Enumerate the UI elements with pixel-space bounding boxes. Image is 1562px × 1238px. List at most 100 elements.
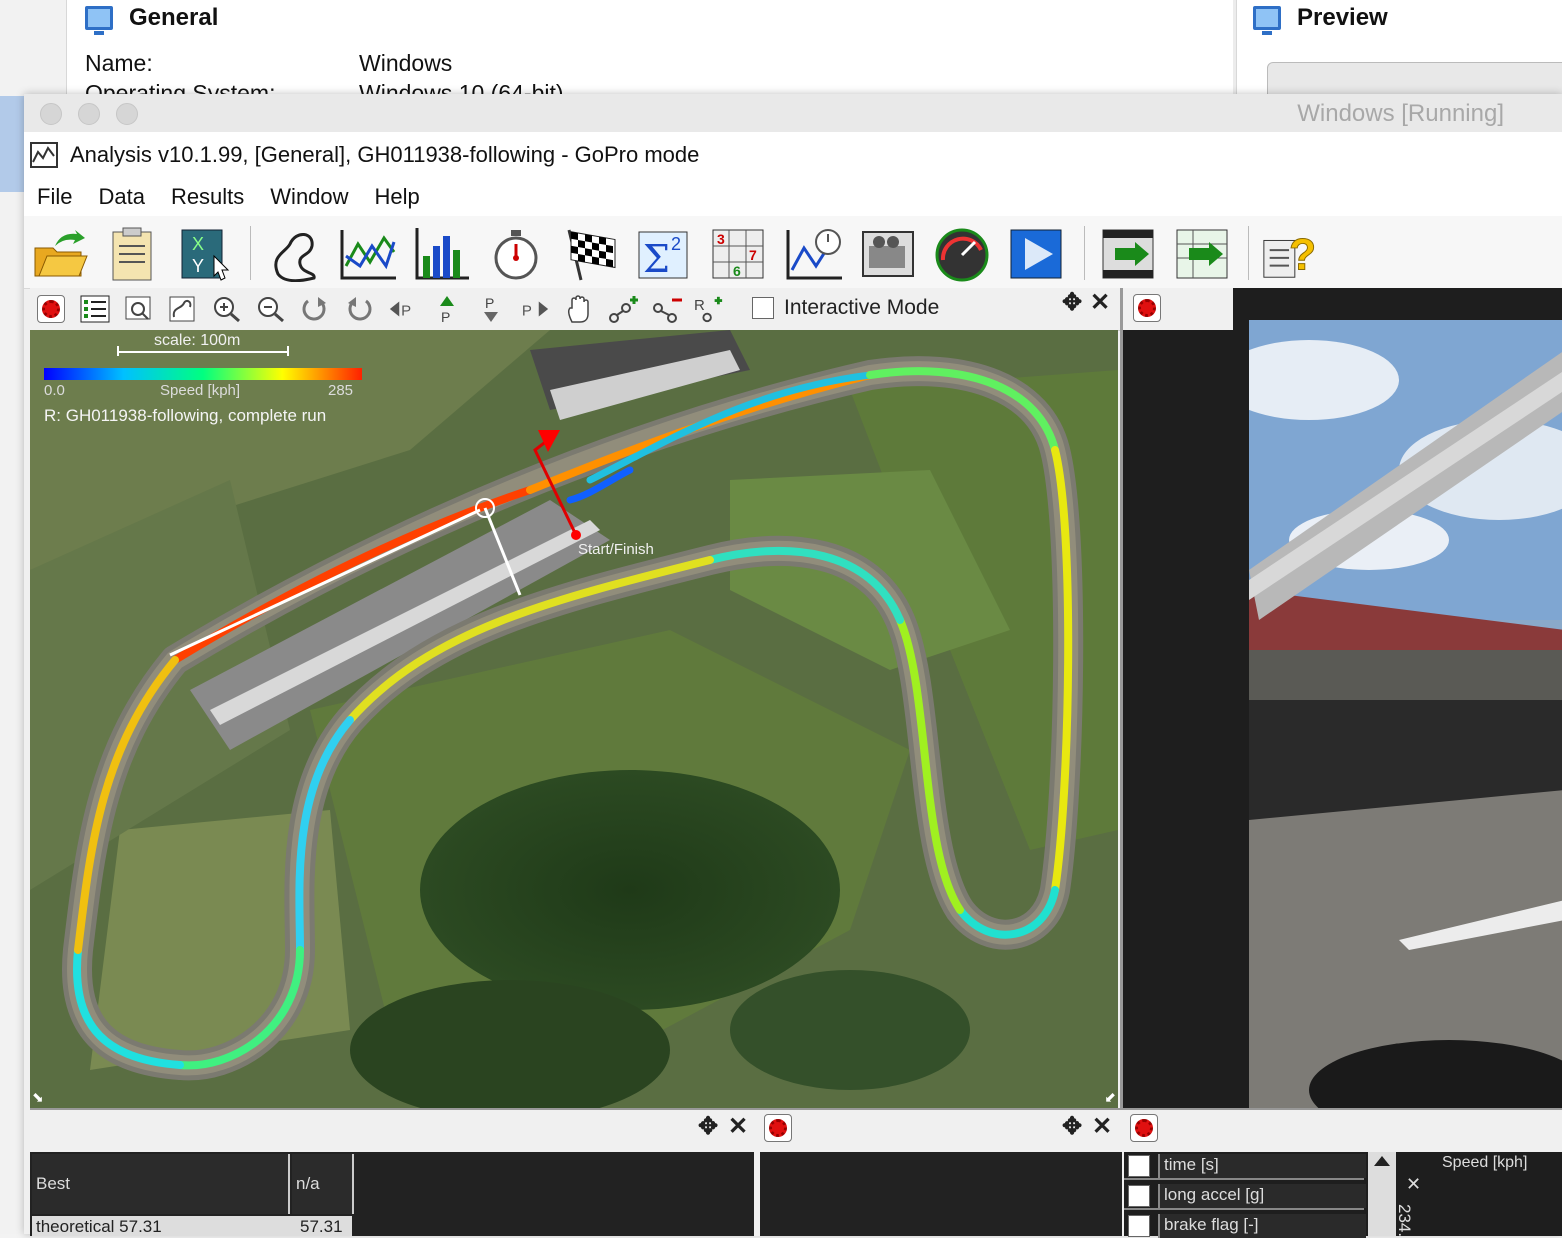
video-icon[interactable]	[858, 224, 918, 284]
minimize-window-button[interactable]	[78, 103, 100, 125]
clipboard-icon[interactable]	[102, 224, 162, 284]
name-value: Windows	[359, 50, 453, 76]
empty-data-panel	[760, 1152, 1122, 1236]
play-icon[interactable]	[1006, 224, 1066, 284]
add-marker-icon[interactable]	[608, 294, 638, 324]
menu-file[interactable]: File	[24, 184, 85, 210]
video-panel	[1120, 288, 1562, 1108]
svg-text:?: ?	[1289, 230, 1316, 279]
checkered-flag-icon[interactable]	[560, 224, 620, 284]
scroll-up-icon[interactable]	[1374, 1156, 1390, 1166]
gauge-value: 234.	[1395, 1204, 1414, 1238]
list-icon[interactable]	[80, 294, 110, 324]
stopwatch-icon[interactable]	[486, 224, 546, 284]
general-section: General Name: Windows Operating System: …	[66, 0, 1233, 106]
scale-label: scale: 100m	[154, 332, 241, 349]
move-panel-icon[interactable]: ✥	[1060, 289, 1084, 316]
move-panel-icon[interactable]: ✥	[1060, 1113, 1084, 1140]
previous-lap-icon[interactable]: P	[388, 294, 418, 324]
gauge-close-icon[interactable]: ✕	[1406, 1174, 1421, 1195]
move-down-icon[interactable]: P	[476, 294, 506, 324]
edit-track-icon[interactable]	[168, 294, 198, 324]
gear-icon[interactable]	[1130, 1114, 1158, 1142]
svg-text:P: P	[441, 309, 450, 324]
start-finish-label: Start/Finish	[578, 541, 654, 558]
gauge-icon[interactable]	[932, 224, 992, 284]
open-folder-icon[interactable]	[30, 224, 90, 284]
remove-marker-icon[interactable]	[652, 294, 682, 324]
zoom-in-icon[interactable]	[212, 294, 242, 324]
zoom-window-button[interactable]	[116, 103, 138, 125]
video-toolbar	[1123, 288, 1233, 330]
video-export-icon[interactable]	[1098, 224, 1158, 284]
theoretical-lap-row[interactable]: theoretical 57.31 57.31	[32, 1216, 352, 1236]
time-compare-icon[interactable]	[784, 224, 844, 284]
move-up-icon[interactable]: P	[432, 294, 462, 324]
zoom-out-icon[interactable]	[256, 294, 286, 324]
svg-text:R: R	[694, 297, 705, 314]
channel-row[interactable]: brake flag [-]	[1124, 1212, 1366, 1238]
gear-icon[interactable]	[1133, 294, 1161, 322]
video-frame[interactable]	[1249, 320, 1562, 1108]
menu-help[interactable]: Help	[362, 184, 433, 210]
data-export-icon[interactable]	[1172, 224, 1232, 284]
bar-chart-icon[interactable]	[412, 224, 472, 284]
channel-scrollbar[interactable]	[1368, 1152, 1396, 1236]
close-panel-icon[interactable]: ✕	[726, 1113, 750, 1140]
channel-row[interactable]: long accel [g]	[1124, 1182, 1366, 1210]
menu-data[interactable]: Data	[85, 184, 157, 210]
help-icon[interactable]: ?	[1260, 224, 1320, 284]
interactive-mode-checkbox[interactable]	[752, 297, 774, 319]
sigma-math-icon[interactable]: Σ2	[634, 224, 694, 284]
channel-row[interactable]: time [s]	[1124, 1152, 1366, 1180]
lap-table-icon[interactable]: 3 76	[708, 224, 768, 284]
gear-icon[interactable]	[36, 294, 66, 324]
rotate-cw-icon[interactable]	[300, 294, 330, 324]
monitor-icon	[1253, 6, 1281, 35]
next-lap-icon[interactable]: P	[520, 294, 550, 324]
run-label: R: GH011938-following, complete run	[44, 406, 327, 425]
close-panel-icon[interactable]: ✕	[1088, 289, 1112, 316]
app-titlebar: Analysis v10.1.99, [General], GH011938-f…	[24, 132, 1562, 178]
best-label: Best	[36, 1174, 71, 1193]
gear-icon[interactable]	[764, 1114, 792, 1142]
map-toolbar: P P P P R Interactive Mode ✥ ✕	[30, 288, 1120, 331]
svg-text:Σ: Σ	[643, 237, 670, 281]
monitor-icon	[85, 6, 113, 35]
menu-window[interactable]: Window	[257, 184, 361, 210]
laps-panel: Best n/a theoretical 57.31 57.31	[30, 1152, 754, 1236]
legend-channel: Speed [kph]	[160, 382, 241, 399]
best-value-cell[interactable]: n/a	[292, 1154, 354, 1214]
interactive-mode-label: Interactive Mode	[784, 296, 940, 319]
theoretical-label: theoretical 57.31	[36, 1217, 162, 1236]
close-panel-icon[interactable]: ✕	[1090, 1113, 1114, 1140]
resize-corner-icon[interactable]: ⬋	[1104, 1089, 1116, 1106]
resize-corner-icon[interactable]: ⬊	[32, 1089, 44, 1106]
reset-markers-icon[interactable]: R	[694, 294, 724, 324]
vm-window: Windows [Running] Analysis v10.1.99, [Ge…	[24, 94, 1562, 1238]
pan-hand-icon[interactable]	[564, 294, 594, 324]
close-window-button[interactable]	[40, 103, 62, 125]
interactive-mode-toggle[interactable]: Interactive Mode	[752, 296, 939, 320]
preview-section: Preview	[1236, 0, 1562, 104]
channel-label: long accel [g]	[1158, 1184, 1366, 1208]
app-logo-icon	[30, 142, 58, 168]
vm-window-title: Windows [Running]	[1297, 100, 1504, 127]
channels-panel: time [s] long accel [g] brake flag [-] S…	[1124, 1152, 1562, 1238]
channel-checkbox[interactable]	[1128, 1185, 1150, 1207]
rotate-ccw-icon[interactable]	[344, 294, 374, 324]
menu-results[interactable]: Results	[158, 184, 257, 210]
track-map-icon[interactable]	[266, 224, 326, 284]
svg-text:7: 7	[749, 247, 757, 263]
satellite-map-svg	[30, 330, 1118, 1108]
channel-checkbox[interactable]	[1128, 1155, 1150, 1177]
best-lap-cell[interactable]: Best	[32, 1154, 290, 1214]
xy-plot-icon[interactable]: XY	[176, 224, 236, 284]
legend-min: 0.0	[44, 382, 65, 399]
main-toolbar: XY Σ2 376 ?	[24, 216, 1562, 289]
track-map[interactable]: scale: 100m 0.0 Speed [kph] 285 R: GH011…	[30, 330, 1118, 1108]
move-panel-icon[interactable]: ✥	[696, 1113, 720, 1140]
svg-text:2: 2	[671, 234, 681, 254]
line-chart-icon[interactable]	[338, 224, 398, 284]
zoom-window-icon[interactable]	[124, 294, 154, 324]
